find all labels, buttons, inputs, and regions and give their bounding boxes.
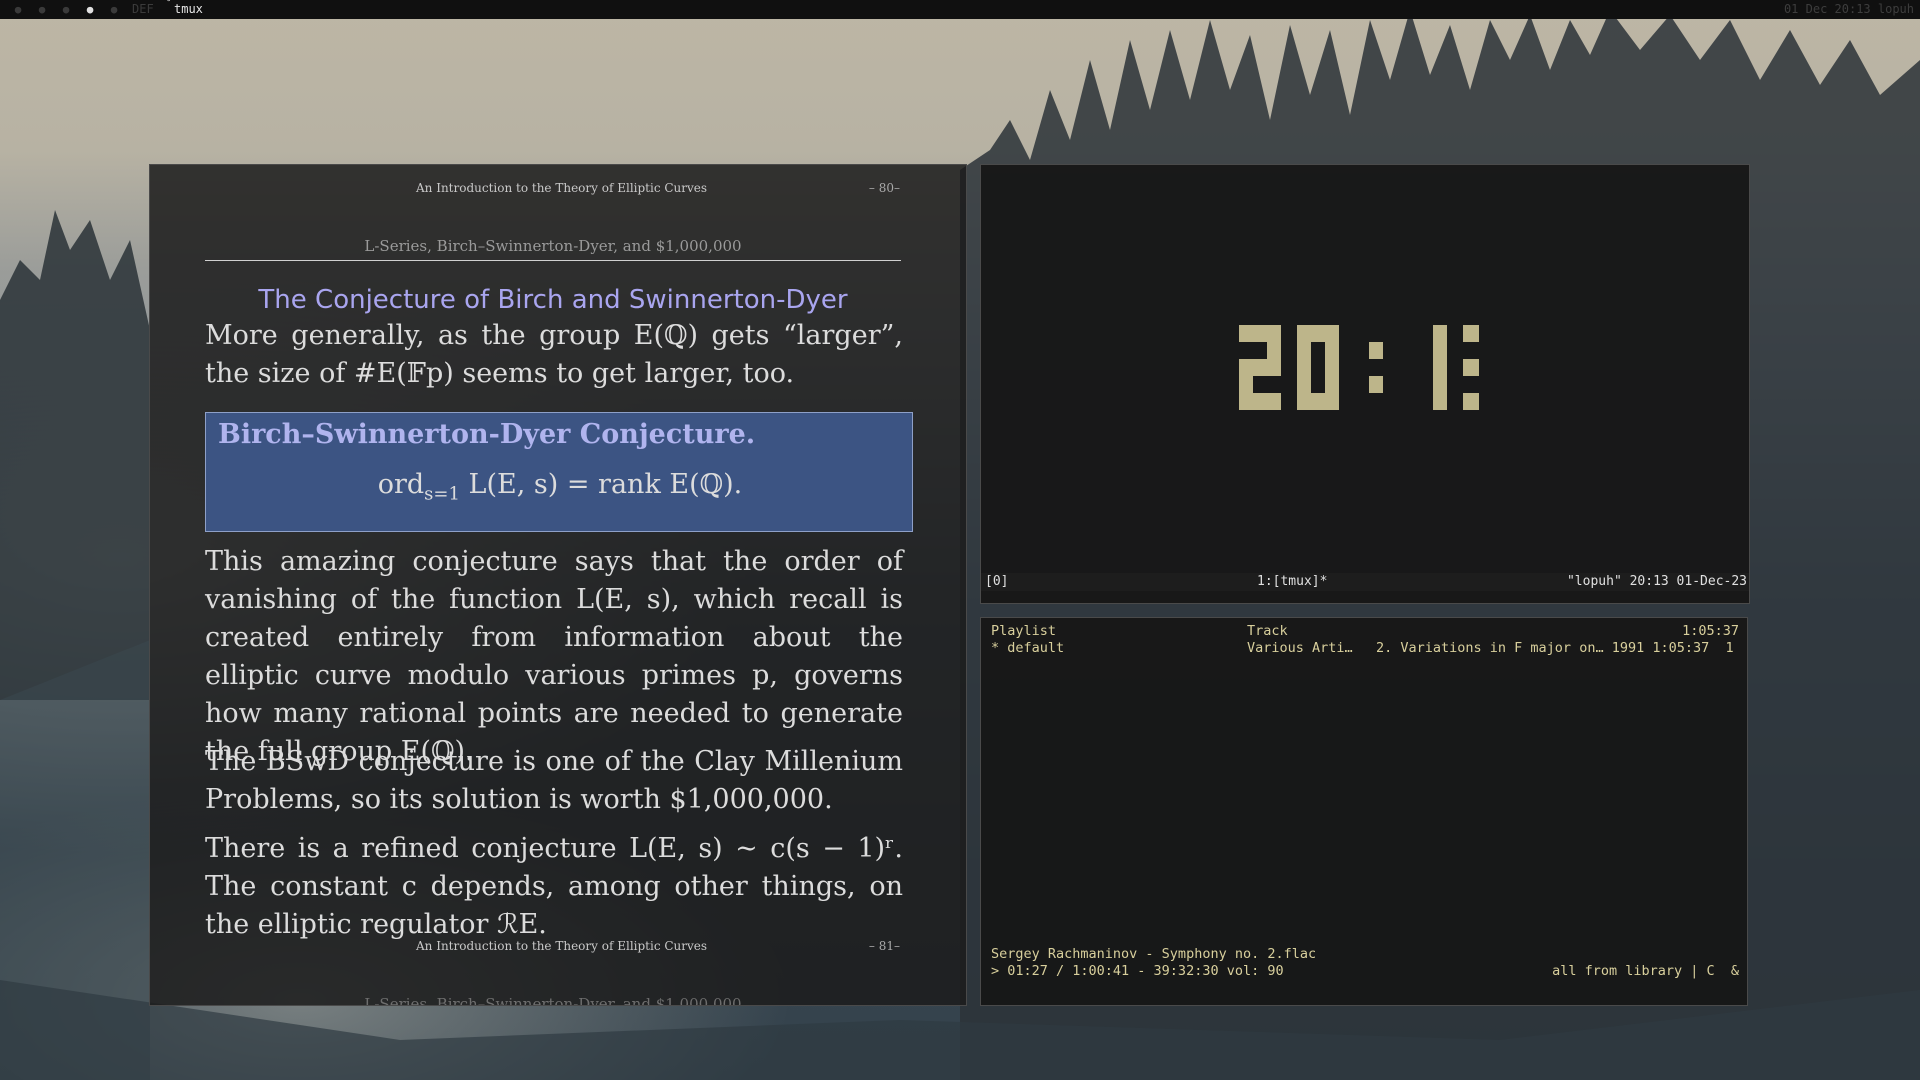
clock-pixel	[1463, 393, 1477, 410]
clock-pixel	[1433, 325, 1447, 342]
page-number: – 80–	[868, 181, 900, 195]
clock-pixel	[1239, 376, 1253, 393]
clock-pixel	[1433, 393, 1447, 410]
running-head: L-Series, Birch–Swinnerton-Dyer, and $1,…	[364, 237, 742, 255]
now-playing: Sergey Rachmaninov - Symphony no. 2.flac	[991, 946, 1317, 962]
header-rule	[205, 260, 901, 261]
clock-pixel	[1311, 393, 1325, 410]
conjecture-title: Birch–Swinnerton-Dyer Conjecture.	[218, 419, 756, 450]
clock-pixel	[1433, 342, 1447, 359]
next-running-head: L-Series, Birch–Swinnerton-Dyer, and $1,…	[364, 995, 742, 1006]
clock-pixel	[1239, 393, 1253, 410]
tmux-window-tab[interactable]: 1:[tmux]*	[1257, 574, 1327, 589]
clock-pixel	[1325, 359, 1339, 376]
tmux-clock-pane[interactable]: [0] 1:[tmux]* "lopuh" 20:13 01-Dec-23	[980, 164, 1750, 604]
clock-pixel	[1239, 359, 1253, 376]
window-title-text: tmux	[174, 2, 203, 16]
track-artist[interactable]: Various Arti…	[1247, 640, 1353, 656]
clock-pixel	[1267, 342, 1281, 359]
clock-digit-0	[1297, 325, 1339, 410]
next-page-number: – 81–	[868, 939, 900, 953]
clock-pixel	[1253, 359, 1267, 376]
clock-pixel	[1297, 342, 1311, 359]
conjecture-formula: ords=1 L(E, s) = rank E(ℚ).	[206, 469, 914, 504]
layout-indicator[interactable]: DEF	[132, 2, 154, 16]
page-header: An Introduction to the Theory of Ellipti…	[416, 181, 708, 195]
playlist-item[interactable]: * default	[991, 640, 1064, 656]
workspace-3[interactable]: ●	[54, 3, 78, 16]
clock-digits	[1239, 325, 1479, 410]
workspace-5[interactable]: ●	[102, 3, 126, 16]
clock-pixel	[1267, 393, 1281, 410]
tmux-status-right: "lopuh" 20:13 01-Dec-23	[1566, 574, 1747, 589]
clock-pixel	[1325, 342, 1339, 359]
clock-pixel	[1433, 376, 1447, 393]
clock-pixel	[1325, 376, 1339, 393]
clock-pixel	[1463, 359, 1477, 376]
window-title: ° tmux	[166, 0, 203, 16]
paragraph-2: This amazing conjecture says that the or…	[205, 546, 903, 767]
workspace-1[interactable]: ●	[6, 3, 30, 16]
playback-mode: all from library | C &	[1552, 963, 1739, 979]
formula-ord: ord	[377, 469, 425, 500]
clock-pixel	[1297, 376, 1311, 393]
clock-digit-3	[1463, 325, 1479, 410]
clock-digit-colon	[1369, 342, 1383, 393]
clock-pixel	[1253, 325, 1267, 342]
conjecture-box: Birch–Swinnerton-Dyer Conjecture. ords=1…	[205, 412, 913, 532]
formula-rest: L(E, s) = rank E(ℚ).	[459, 469, 743, 500]
playlist-header: Playlist	[991, 623, 1057, 639]
clock-pixel	[1267, 325, 1281, 342]
clock-pixel	[1477, 359, 1479, 376]
pdf-viewer-window[interactable]: An Introduction to the Theory of Ellipti…	[149, 164, 967, 1006]
paragraph-1: More generally, as the group E(ℚ) gets “…	[205, 320, 903, 389]
clock-display	[1239, 325, 1479, 410]
total-time: 1:05:37	[1682, 623, 1739, 639]
focus-dot-icon: °	[166, 0, 172, 8]
track-title[interactable]: 2. Variations in F major on… 1991 1:05:3…	[1376, 640, 1734, 656]
clock-pixel	[1297, 325, 1311, 342]
playback-progress: > 01:27 / 1:00:41 - 39:32:30 vol: 90	[991, 963, 1284, 979]
top-bar-clock: 01 Dec 20:13 lopuh	[1783, 2, 1914, 16]
workspace-2[interactable]: ●	[30, 3, 54, 16]
workspace-indicators: ● ● ● ● ●	[6, 3, 126, 16]
clock-pixel	[1369, 376, 1383, 393]
formula-subscript: s=1	[424, 483, 460, 505]
tmux-session[interactable]: [0]	[985, 574, 1008, 589]
clock-pixel	[1239, 325, 1253, 342]
clock-pixel	[1325, 393, 1339, 410]
clock-digit-1	[1433, 325, 1447, 410]
clock-pixel	[1369, 342, 1383, 359]
clock-pixel	[1297, 359, 1311, 376]
next-page-header: An Introduction to the Theory of Ellipti…	[416, 939, 708, 953]
clock-pixel	[1477, 325, 1479, 342]
paragraph-4: There is a refined conjecture L(E, s) ∼ …	[205, 833, 903, 940]
clock-pixel	[1325, 325, 1339, 342]
paragraph-3: The BSwD conjecture is one of the Clay M…	[205, 746, 903, 815]
section-title: The Conjecture of Birch and Swinnerton-D…	[258, 285, 848, 315]
clock-pixel	[1253, 393, 1267, 410]
top-bar: ● ● ● ● ● DEF ° tmux 01 Dec 20:13 lopuh	[0, 0, 1920, 19]
tmux-status-bar: [0] 1:[tmux]* "lopuh" 20:13 01-Dec-23	[981, 573, 1749, 591]
track-header: Track	[1247, 623, 1288, 639]
clock-pixel	[1267, 359, 1281, 376]
clock-pixel	[1477, 393, 1479, 410]
clock-digit-2	[1239, 325, 1281, 410]
clock-pixel	[1311, 325, 1325, 342]
clock-pixel	[1463, 325, 1477, 342]
clock-pixel	[1297, 393, 1311, 410]
music-player-pane[interactable]: Playlist * default Track 1:05:37 Various…	[980, 617, 1748, 1006]
clock-pixel	[1433, 359, 1447, 376]
workspace-4-active[interactable]: ●	[78, 3, 102, 16]
